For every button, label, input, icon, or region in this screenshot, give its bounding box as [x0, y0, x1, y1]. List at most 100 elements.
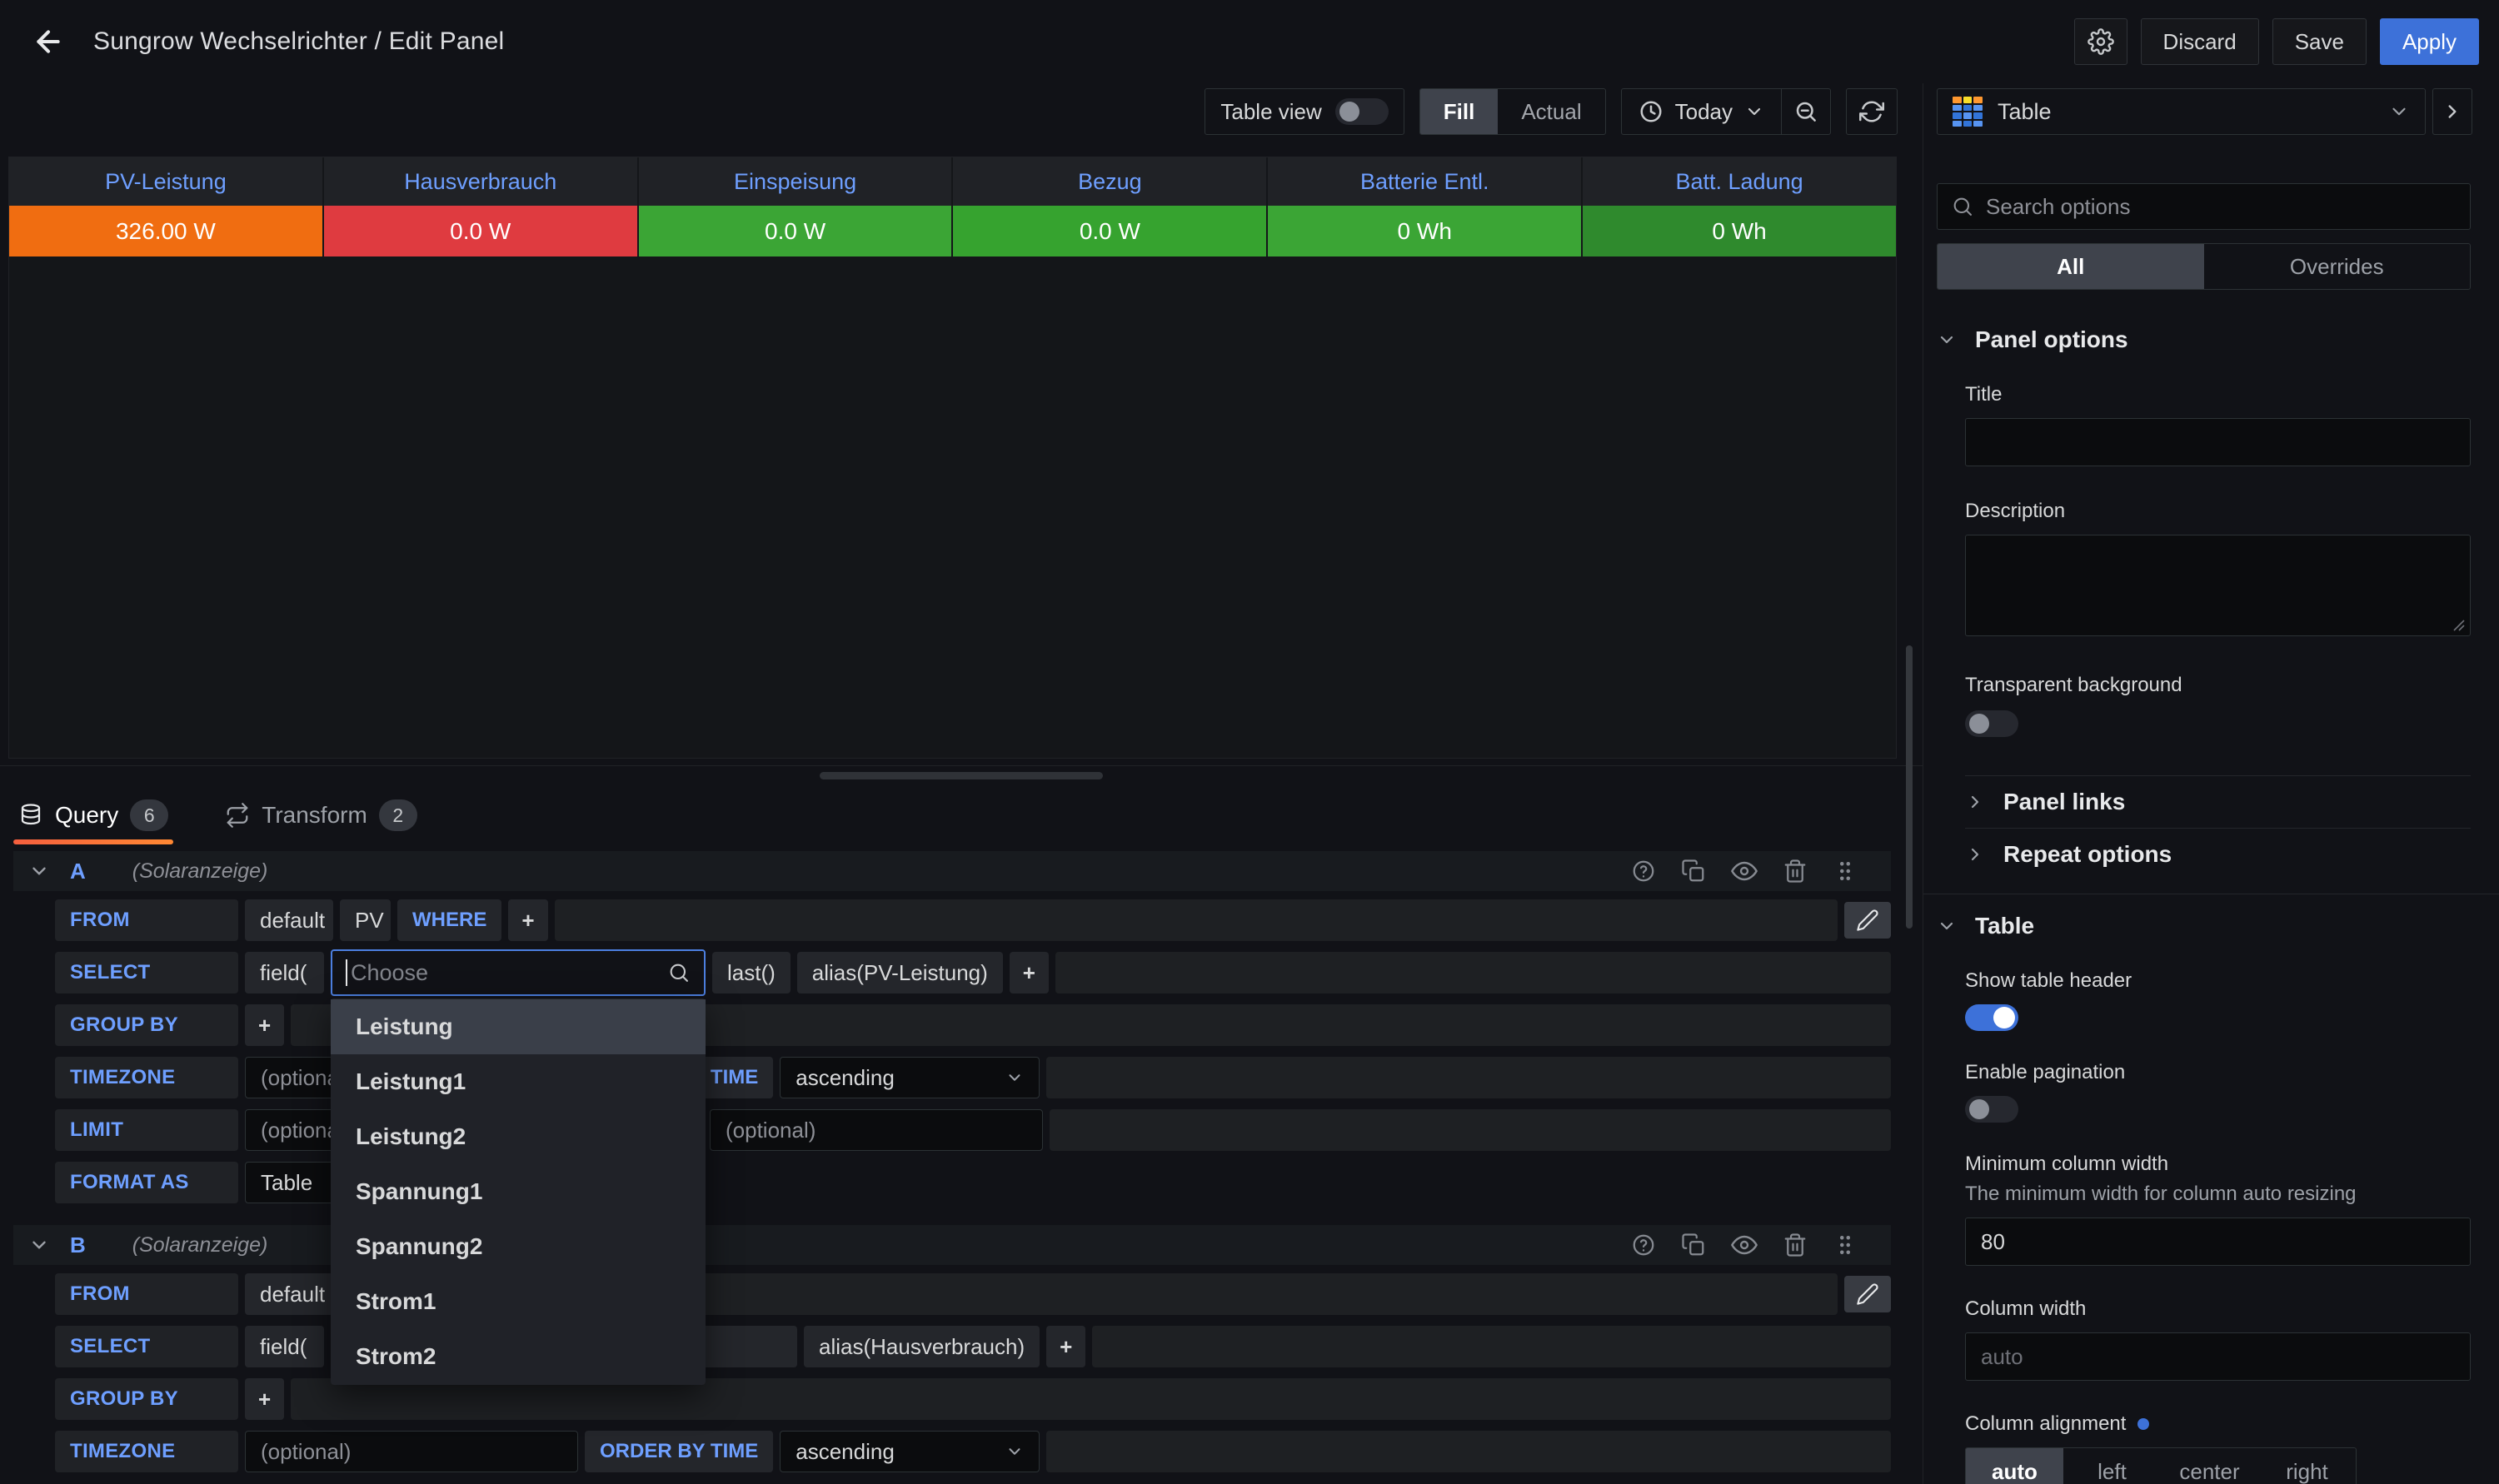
edit-query-button[interactable] [1844, 1276, 1891, 1312]
alias-segment[interactable]: alias(PV-Leistung) [797, 952, 1003, 993]
column-header[interactable]: Bezug [953, 157, 1268, 206]
query-b-header[interactable]: B (Solaranzeige) [13, 1225, 1891, 1265]
copy-icon[interactable] [1681, 1233, 1706, 1257]
field-segment[interactable]: field( [245, 1326, 324, 1367]
panel-links-section[interactable]: Panel links [1965, 776, 2471, 828]
orderby-select[interactable]: ascending [780, 1431, 1040, 1472]
save-button[interactable]: Save [2272, 18, 2367, 65]
where-segment[interactable]: WHERE [397, 899, 501, 941]
choose-placeholder: Choose [351, 960, 667, 986]
add-groupby-segment[interactable]: + [245, 1378, 284, 1420]
dropdown-option[interactable]: Spannung1 [331, 1164, 706, 1219]
title-input[interactable] [1965, 418, 2471, 466]
from-policy-segment[interactable]: default [245, 1273, 333, 1315]
dropdown-option[interactable]: Leistung2 [331, 1109, 706, 1164]
dropdown-option[interactable]: Leistung [331, 999, 706, 1054]
main-area: Table view Fill Actual Today [0, 83, 1923, 1484]
edit-query-button[interactable] [1844, 902, 1891, 939]
tab-query[interactable]: Query 6 [13, 798, 173, 844]
align-right[interactable]: right [2258, 1448, 2356, 1484]
align-auto[interactable]: auto [1966, 1448, 2063, 1484]
viz-picker-dropdown[interactable]: Table [1937, 88, 2426, 135]
align-left[interactable]: left [2063, 1448, 2161, 1484]
refresh-icon [1859, 99, 1884, 124]
column-header[interactable]: Batt. Ladung [1583, 157, 1896, 206]
eye-icon[interactable] [1731, 1232, 1758, 1258]
pencil-icon [1856, 1282, 1879, 1306]
trash-icon[interactable] [1783, 859, 1808, 884]
actual-option[interactable]: Actual [1498, 89, 1604, 134]
table-view-toggle[interactable] [1335, 98, 1389, 125]
orderby-select[interactable]: ascending [780, 1057, 1040, 1098]
add-field-segment[interactable]: + [1010, 952, 1049, 993]
field-choose-input[interactable]: Choose [331, 949, 706, 996]
description-textarea[interactable] [1965, 535, 2471, 636]
back-button[interactable] [25, 18, 72, 65]
transparent-bg-toggle[interactable] [1965, 710, 2018, 737]
chevron-down-icon [1744, 102, 1764, 122]
repeat-options-section[interactable]: Repeat options [1965, 829, 2471, 880]
dropdown-option[interactable]: Leistung1 [331, 1054, 706, 1109]
query-count-badge: 6 [130, 799, 168, 831]
filter-all[interactable]: All [1938, 244, 2204, 289]
splitter-handle[interactable] [820, 772, 1103, 779]
panel-options-content: Title Description Transparent background [1965, 383, 2471, 737]
chevron-right-icon [1965, 792, 1985, 812]
grip-icon[interactable] [1833, 1233, 1858, 1257]
filter-overrides[interactable]: Overrides [2204, 244, 2471, 289]
from-label: FROM [55, 899, 238, 941]
align-center[interactable]: center [2161, 1448, 2258, 1484]
panel-settings-button[interactable] [2074, 18, 2127, 65]
options-sidebar: Table All Overrides [1923, 83, 2499, 1484]
refresh-button[interactable] [1846, 88, 1898, 135]
column-header[interactable]: Einspeisung [639, 157, 954, 206]
col-width-input[interactable] [1965, 1332, 2471, 1381]
options-search[interactable] [1937, 183, 2471, 230]
panel-options-header[interactable]: Panel options [1937, 326, 2471, 353]
search-input[interactable] [1986, 194, 2457, 220]
collapse-options-button[interactable] [2432, 88, 2472, 135]
timezone-input[interactable]: (optional) [245, 1431, 578, 1472]
aggregation-segment[interactable]: last() [712, 952, 791, 993]
dropdown-option[interactable]: Strom1 [331, 1274, 706, 1329]
table-section-header[interactable]: Table [1937, 913, 2471, 939]
help-circle-icon[interactable] [1631, 1233, 1656, 1257]
grip-icon[interactable] [1833, 859, 1858, 884]
options-filter-tabs: All Overrides [1937, 243, 2471, 290]
apply-button[interactable]: Apply [2380, 18, 2479, 65]
help-circle-icon[interactable] [1631, 859, 1656, 884]
trash-icon[interactable] [1783, 1233, 1808, 1257]
query-ref: A [70, 859, 86, 884]
alias-segment[interactable]: alias(Hausverbrauch) [804, 1326, 1040, 1367]
panel-toolbar: Table view Fill Actual Today [0, 88, 1898, 135]
from-policy-segment[interactable]: default [245, 899, 333, 941]
dropdown-option[interactable]: Strom2 [331, 1329, 706, 1384]
tab-transform[interactable]: Transform 2 [220, 798, 422, 844]
field-segment[interactable]: field( [245, 952, 324, 993]
zoom-out-button[interactable] [1782, 89, 1830, 134]
column-header[interactable]: Batterie Entl. [1268, 157, 1583, 206]
column-header[interactable]: Hausverbrauch [324, 157, 639, 206]
table-value-row: 326.00 W 0.0 W 0.0 W 0.0 W 0 Wh 0 Wh [9, 206, 1896, 256]
pencil-icon [1856, 909, 1879, 932]
eye-icon[interactable] [1731, 858, 1758, 884]
gear-icon [2087, 28, 2114, 55]
column-header[interactable]: PV-Leistung [9, 157, 324, 206]
show-header-toggle[interactable] [1965, 1004, 2018, 1031]
slimit-input[interactable]: (optional) [710, 1109, 1043, 1151]
discard-button[interactable]: Discard [2141, 18, 2259, 65]
time-range-picker[interactable]: Today [1622, 89, 1781, 134]
table-header-row: PV-Leistung Hausverbrauch Einspeisung Be… [9, 157, 1896, 206]
add-condition-segment[interactable]: + [508, 899, 547, 941]
query-a-actions [1631, 858, 1858, 884]
from-measurement-segment[interactable]: PV [340, 899, 391, 941]
main-scrollbar[interactable] [1906, 645, 1913, 929]
pagination-toggle[interactable] [1965, 1096, 2018, 1123]
dropdown-option[interactable]: Spannung2 [331, 1219, 706, 1274]
query-a-header[interactable]: A (Solaranzeige) [13, 851, 1891, 891]
fill-option[interactable]: Fill [1420, 89, 1499, 134]
copy-icon[interactable] [1681, 859, 1706, 884]
add-field-segment[interactable]: + [1046, 1326, 1085, 1367]
add-groupby-segment[interactable]: + [245, 1004, 284, 1046]
min-col-width-input[interactable] [1965, 1218, 2471, 1266]
